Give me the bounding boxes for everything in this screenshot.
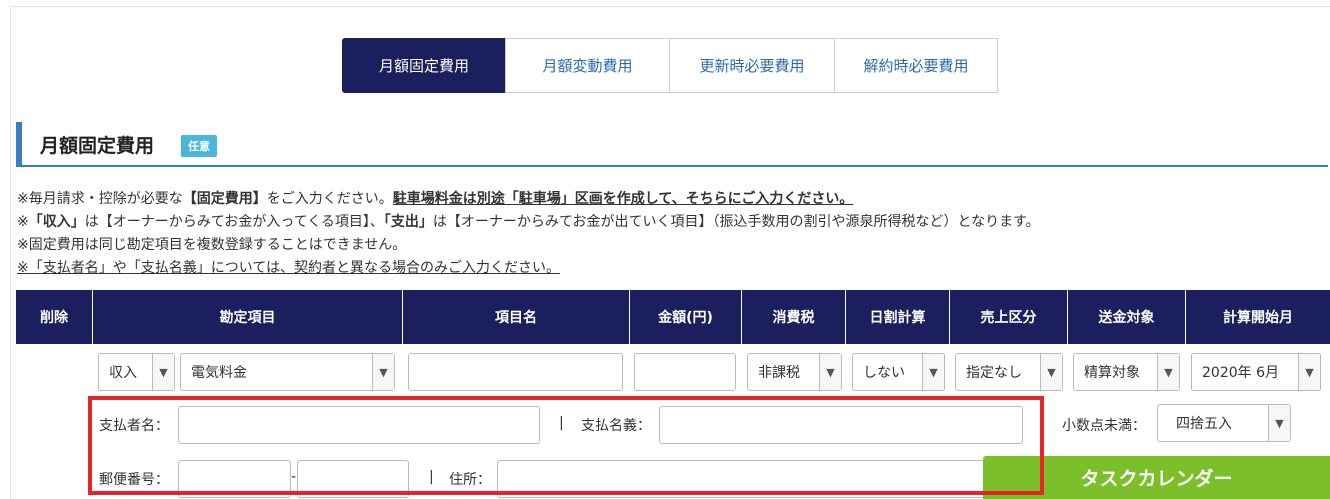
col-delete: 削除 [16, 290, 93, 344]
col-prorate: 日割計算 [846, 290, 950, 344]
tab-renewal[interactable]: 更新時必要費用 [669, 38, 835, 93]
decimal-label: 小数点未満： [1062, 418, 1146, 434]
tab-monthly-variable[interactable]: 月額変動費用 [505, 38, 670, 93]
chevron-down-icon: ▼ [1268, 405, 1290, 441]
start-month-select[interactable]: 2020年 6月 ▼ [1191, 353, 1321, 391]
rounding-select[interactable]: 四捨五入 ▼ [1157, 404, 1291, 442]
note-line-3: ※固定費用は同じ勘定項目を複数登録することはできません。 [17, 237, 407, 253]
col-account: 勘定項目 [93, 290, 403, 344]
tab-cancellation[interactable]: 解約時必要費用 [834, 38, 998, 93]
col-sales-class: 売上区分 [950, 290, 1068, 344]
chevron-down-icon: ▼ [372, 354, 394, 390]
sales-class-select[interactable]: 指定なし ▼ [955, 353, 1063, 391]
section-header: 月額固定費用 任意 [16, 122, 1328, 167]
top-divider [10, 6, 1330, 7]
optional-badge: 任意 [181, 135, 217, 157]
fixed-cost-table: 削除 勘定項目 項目名 金額(円) 消費税 日割計算 売上区分 送金対象 計算開… [16, 290, 1330, 344]
col-item-name: 項目名 [403, 290, 630, 344]
chevron-down-icon: ▼ [922, 354, 944, 390]
chevron-down-icon: ▼ [152, 354, 174, 390]
left-divider [10, 6, 11, 499]
col-start-month: 計算開始月 [1223, 310, 1293, 326]
section-accent-bar [16, 122, 22, 165]
chevron-down-icon: ▼ [819, 354, 841, 390]
highlight-frame [88, 396, 1044, 495]
chevron-down-icon: ▼ [1157, 354, 1179, 390]
amount-input[interactable] [634, 353, 736, 391]
instructions: ※毎月請求・控除が必要な【固定費用】をご入力ください。駐車場料金は別途「駐車場」… [17, 188, 1040, 280]
col-tax: 消費税 [742, 290, 846, 344]
col-transfer: 送金対象 [1068, 290, 1186, 344]
chevron-down-icon: ▼ [1298, 354, 1320, 390]
tax-select[interactable]: 非課税 ▼ [747, 353, 842, 391]
col-amount: 金額(円) [630, 290, 742, 344]
table-header: 削除 勘定項目 項目名 金額(円) 消費税 日割計算 売上区分 送金対象 計算開… [16, 290, 1330, 344]
cost-tabs: 月額固定費用 月額変動費用 更新時必要費用 解約時必要費用 [342, 38, 998, 93]
chevron-down-icon: ▼ [1040, 354, 1062, 390]
type-select[interactable]: 収入 ▼ [98, 353, 175, 391]
tab-monthly-fixed[interactable]: 月額固定費用 [342, 38, 506, 93]
account-select[interactable]: 電気料金 ▼ [180, 353, 395, 391]
prorate-select[interactable]: しない ▼ [852, 353, 945, 391]
transfer-select[interactable]: 精算対象 ▼ [1073, 353, 1180, 391]
note-line-2: ※「収入」は【オーナーからみてお金が入ってくる項目】、「支出」は【オーナーからみ… [17, 214, 1040, 230]
note-line-4: ※「支払者名」や「支払名義」については、契約者と異なる場合のみご入力ください。 [17, 260, 561, 276]
section-title: 月額固定費用 [40, 135, 155, 157]
note-line-1: ※毎月請求・控除が必要な【固定費用】をご入力ください。駐車場料金は別途「駐車場」… [17, 191, 854, 207]
item-name-input[interactable] [408, 353, 623, 391]
